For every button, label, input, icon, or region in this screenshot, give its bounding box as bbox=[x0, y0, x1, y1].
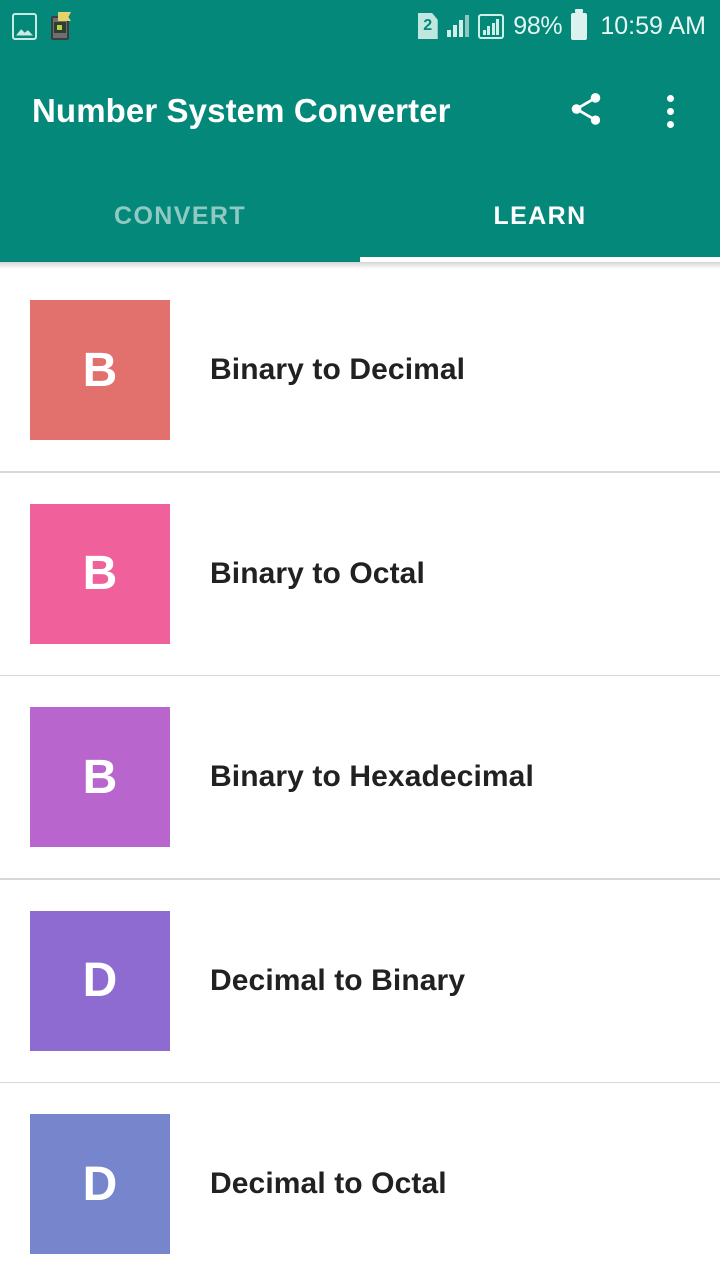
gallery-icon bbox=[12, 12, 37, 40]
list-item-label: Decimal to Binary bbox=[210, 963, 466, 997]
topic-avatar: B bbox=[30, 503, 170, 644]
learn-topic-list: B Binary to Decimal B Binary to Octal B … bbox=[0, 269, 720, 1280]
share-icon bbox=[567, 90, 605, 133]
list-item-label: Binary to Octal bbox=[210, 556, 425, 590]
tab-bar: CONVERT LEARN bbox=[0, 170, 720, 262]
topic-avatar: B bbox=[30, 300, 170, 440]
app-bar-actions bbox=[558, 83, 698, 139]
share-button[interactable] bbox=[558, 83, 614, 139]
list-item-label: Decimal to Octal bbox=[210, 1167, 447, 1200]
list-item[interactable]: D Decimal to Binary bbox=[0, 879, 720, 1082]
list-item[interactable]: D Decimal to Octal bbox=[0, 1083, 720, 1280]
app-bar: Number System Converter bbox=[0, 52, 720, 170]
app-notification-icon bbox=[49, 12, 71, 40]
status-bar-clock: 10:59 AM bbox=[600, 11, 706, 40]
overflow-menu-button[interactable] bbox=[642, 83, 698, 139]
topic-avatar: D bbox=[30, 1114, 170, 1254]
battery-full-icon bbox=[571, 8, 588, 40]
tab-indicator bbox=[360, 257, 720, 262]
list-item[interactable]: B Binary to Hexadecimal bbox=[0, 676, 720, 878]
list-item-label: Binary to Decimal bbox=[210, 353, 466, 386]
status-bar-right-icons: 2 98% 10:59 AM bbox=[417, 8, 706, 41]
list-item[interactable]: B Binary to Decimal bbox=[0, 269, 720, 471]
app-bar-shadow bbox=[0, 262, 720, 269]
signal-bars-icon bbox=[446, 15, 469, 37]
page-title: Number System Converter bbox=[32, 92, 451, 129]
tab-learn[interactable]: LEARN bbox=[360, 170, 720, 262]
topic-avatar: B bbox=[30, 707, 170, 847]
list-item-label: Binary to Hexadecimal bbox=[210, 760, 534, 793]
status-bar-left-icons bbox=[12, 12, 71, 40]
tab-convert[interactable]: CONVERT bbox=[0, 170, 360, 262]
boxed-signal-bars-icon bbox=[477, 13, 505, 39]
battery-percent: 98% bbox=[513, 11, 563, 40]
list-item[interactable]: B Binary to Octal bbox=[0, 472, 720, 675]
topic-avatar: D bbox=[30, 910, 170, 1051]
overflow-menu-icon bbox=[666, 94, 674, 128]
sim-badge: 2 bbox=[417, 13, 438, 39]
status-bar: 2 98% 10:59 AM bbox=[0, 0, 720, 52]
